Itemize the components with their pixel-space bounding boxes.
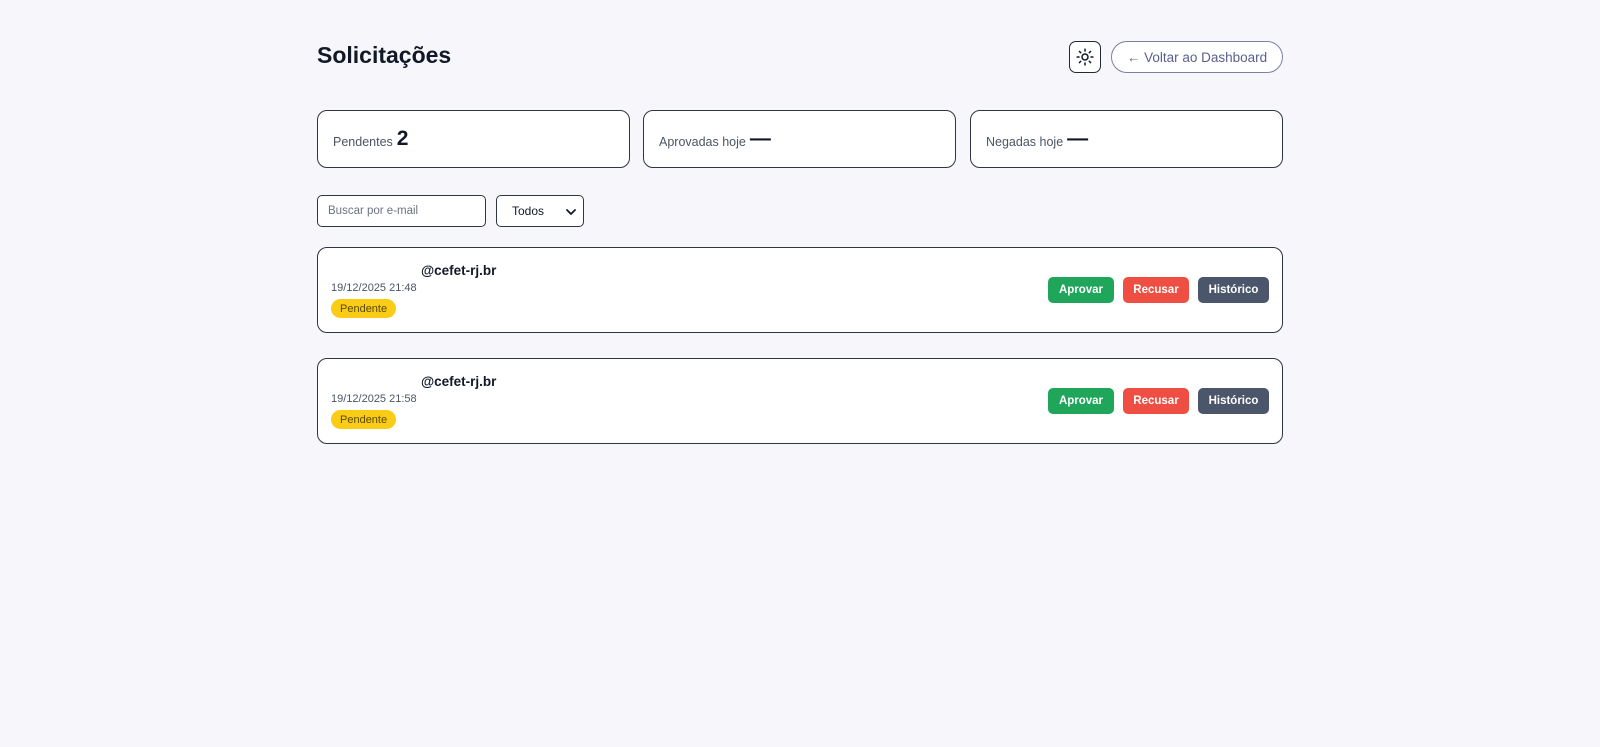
page-title: Solicitações bbox=[317, 42, 452, 68]
stat-value: — bbox=[1067, 127, 1089, 150]
request-actions: Aprovar Recusar Histórico bbox=[1048, 277, 1269, 303]
back-to-dashboard-button[interactable]: ← Voltar ao Dashboard bbox=[1111, 41, 1283, 73]
status-badge: Pendente bbox=[331, 410, 397, 429]
chevron-down-icon bbox=[566, 209, 576, 215]
stat-card-denied-today: Negadas hoje — bbox=[970, 110, 1283, 168]
status-filter-value: Todos bbox=[512, 204, 545, 218]
request-email: @cefet-rj.br bbox=[421, 263, 497, 278]
request-card: @cefet-rj.br 19/12/2025 21:48 Pendente A… bbox=[317, 247, 1283, 333]
approve-button[interactable]: Aprovar bbox=[1048, 388, 1114, 414]
request-email: @cefet-rj.br bbox=[421, 374, 497, 389]
main-container: Solicitações ← Voltar ao Dashboard Pende… bbox=[317, 0, 1283, 444]
header: Solicitações ← Voltar ao Dashboard bbox=[317, 0, 1283, 110]
request-date: 19/12/2025 21:48 bbox=[331, 282, 417, 294]
reject-button[interactable]: Recusar bbox=[1123, 277, 1189, 303]
request-card: @cefet-rj.br 19/12/2025 21:58 Pendente A… bbox=[317, 358, 1283, 444]
stat-value: 2 bbox=[396, 127, 409, 150]
search-input[interactable] bbox=[317, 195, 486, 227]
page: Solicitações ← Voltar ao Dashboard Pende… bbox=[0, 0, 1600, 747]
request-date: 19/12/2025 21:58 bbox=[331, 393, 417, 405]
stat-label: Aprovadas hoje bbox=[659, 134, 746, 149]
approve-button[interactable]: Aprovar bbox=[1048, 277, 1114, 303]
theme-toggle-button[interactable] bbox=[1069, 41, 1101, 73]
stat-value: — bbox=[749, 127, 771, 150]
reject-button[interactable]: Recusar bbox=[1123, 388, 1189, 414]
stats-row: Pendentes 2 Aprovadas hoje — Negadas hoj… bbox=[317, 110, 1283, 168]
stat-card-pending: Pendentes 2 bbox=[317, 110, 630, 168]
history-button[interactable]: Histórico bbox=[1198, 388, 1269, 414]
stat-card-approved-today: Aprovadas hoje — bbox=[643, 110, 956, 168]
status-filter-select[interactable]: Todos bbox=[496, 195, 584, 227]
request-actions: Aprovar Recusar Histórico bbox=[1048, 388, 1269, 414]
status-badge: Pendente bbox=[331, 299, 397, 318]
stat-label: Negadas hoje bbox=[986, 134, 1064, 149]
stat-label: Pendentes bbox=[333, 134, 393, 149]
history-button[interactable]: Histórico bbox=[1198, 277, 1269, 303]
sun-icon bbox=[1076, 48, 1094, 66]
